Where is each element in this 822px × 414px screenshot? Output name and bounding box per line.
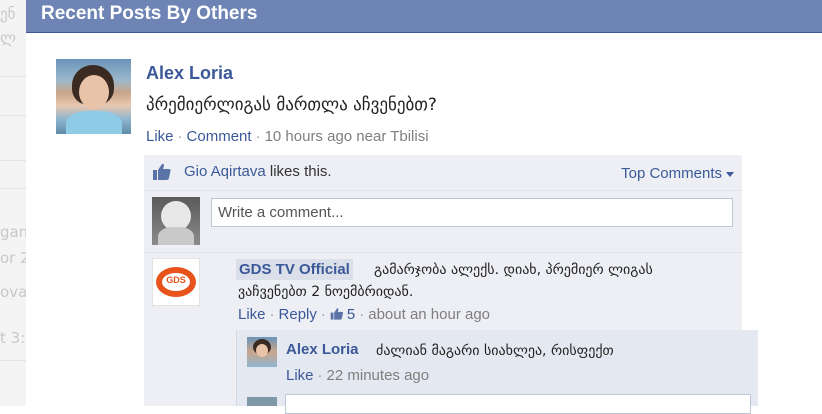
background-text: t 3: <box>0 329 26 347</box>
comments-area: Gio Aqirtava likes this. Top Comments GD… <box>144 155 758 414</box>
comment-text-line1: გამარჯობა ალექს. დიახ, პრემიერ ლიგას <box>374 262 653 278</box>
background-text: ენ <box>0 5 16 23</box>
thumbs-up-icon <box>153 163 171 180</box>
separator-dot: · <box>359 306 365 323</box>
post-actions: Like · Comment · 10 hours ago near Tbilisi <box>146 127 429 147</box>
comment-reply-link[interactable]: Reply <box>279 306 317 323</box>
comment-like-count[interactable]: 5 <box>330 306 355 323</box>
background-divider <box>0 360 26 361</box>
separator-dot: · <box>269 306 275 323</box>
top-comments-label: Top Comments <box>621 165 722 182</box>
post-comment-link[interactable]: Comment <box>187 128 252 145</box>
dialog-header: Recent Posts By Others <box>26 0 822 33</box>
separator-dot: · <box>177 128 183 145</box>
reply-timestamp[interactable]: 22 minutes ago <box>327 367 430 384</box>
background-divider <box>0 115 26 116</box>
comment-author-name[interactable]: GDS TV Official <box>236 259 353 280</box>
background-divider <box>0 188 26 189</box>
reply-like-link[interactable]: Like <box>286 367 314 384</box>
post-author-name[interactable]: Alex Loria <box>146 62 233 84</box>
reply-actions: Like · 22 minutes ago <box>286 366 429 386</box>
background-page: ენ ლ gam or 2 ova t 3: <box>0 0 33 406</box>
comment-actions: Like · Reply · 5 · about an hour ago <box>238 305 490 325</box>
separator-dot: · <box>317 367 323 384</box>
comment-text-line2: ვაჩვენებთ 2 ნოემბრიდან. <box>238 284 414 300</box>
reply-comment-input[interactable] <box>285 394 751 414</box>
reply-input-avatar <box>247 397 277 406</box>
viewer-avatar <box>152 197 200 245</box>
background-divider <box>0 76 26 77</box>
background-text: ova <box>0 283 28 301</box>
reply-author-avatar[interactable] <box>247 337 277 367</box>
post-like-link[interactable]: Like <box>146 128 174 145</box>
like-count-value: 5 <box>346 306 356 323</box>
reply-text: ძალიან მაგარი სიახლეა, რისფექთ <box>376 343 614 359</box>
likes-suffix: likes this. <box>269 163 332 180</box>
liker-name-link[interactable]: Gio Aqirtava <box>184 163 266 180</box>
post-timestamp[interactable]: 10 hours ago near Tbilisi <box>265 128 429 145</box>
post-text: პრემიერლიგას მართლა აჩვენებთ? <box>146 95 437 115</box>
separator-dot: · <box>255 128 261 145</box>
write-comment-row <box>144 191 742 253</box>
comment-author-avatar[interactable]: GDS <box>152 258 200 306</box>
background-text: ლ <box>0 29 16 47</box>
reply-author-name[interactable]: Alex Loria <box>286 340 359 359</box>
likes-row: Gio Aqirtava likes this. Top Comments <box>144 155 742 191</box>
gds-logo-text: GDS <box>166 275 186 285</box>
post-author-avatar[interactable] <box>56 59 131 134</box>
dialog-title: Recent Posts By Others <box>41 3 258 24</box>
likes-summary: Gio Aqirtava likes this. <box>184 162 332 182</box>
recent-posts-dialog: Recent Posts By Others Alex Loria პრემიე… <box>26 0 822 414</box>
comment-like-link[interactable]: Like <box>238 306 266 323</box>
thumbs-up-icon <box>330 308 343 320</box>
separator-dot: · <box>320 306 326 323</box>
write-comment-input[interactable] <box>211 198 733 227</box>
top-comments-dropdown[interactable]: Top Comments <box>621 164 734 184</box>
caret-down-icon <box>726 171 734 177</box>
replies-area: Alex Loria ძალიან მაგარი სიახლეა, რისფექ… <box>236 330 758 414</box>
background-divider <box>0 160 26 161</box>
comment-timestamp[interactable]: about an hour ago <box>368 306 490 323</box>
